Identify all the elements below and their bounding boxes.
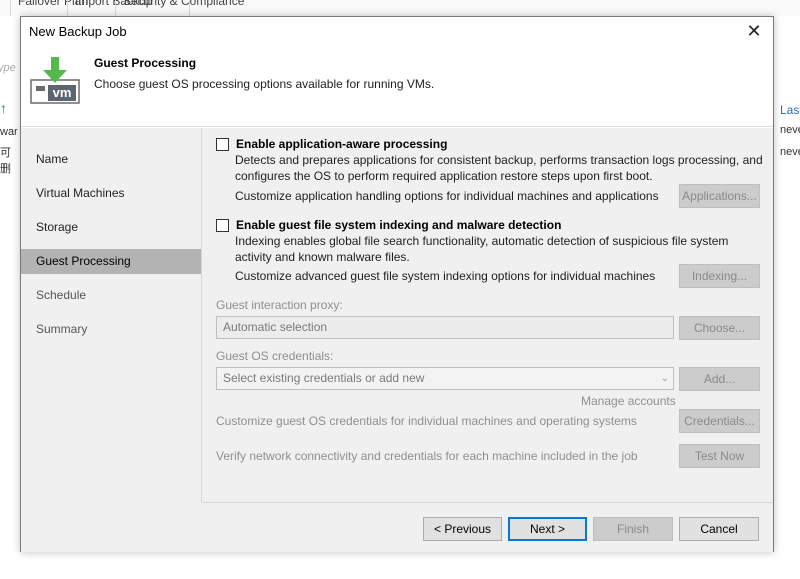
close-icon[interactable]: ✕ [743, 20, 765, 42]
dialog-titlebar: New Backup Job ✕ [21, 17, 773, 47]
background-search-hint: ype [0, 62, 16, 74]
credentials-button[interactable]: Credentials... [679, 409, 760, 433]
step-subtitle: Choose guest OS processing options avail… [94, 77, 435, 91]
wizard-footer: < Previous Next > Finish Cancel [21, 503, 773, 552]
chevron-down-icon[interactable]: ⌄ [661, 368, 669, 389]
finish-button[interactable]: Finish [593, 517, 673, 541]
wizard-header: vm Guest Processing Choose guest OS proc… [21, 47, 773, 127]
step-name[interactable]: Name [21, 147, 201, 172]
proxy-label: Guest interaction proxy: [216, 298, 343, 312]
vm-icon-label: vm [53, 85, 72, 100]
previous-button[interactable]: < Previous [423, 517, 502, 541]
proxy-value: Automatic selection [223, 320, 328, 334]
sort-up-arrow-icon: ↑ [0, 100, 7, 116]
step-schedule[interactable]: Schedule [21, 283, 201, 308]
background-left-panel: ype ↑ war 可删 [0, 16, 20, 579]
indexing-checkbox[interactable] [216, 218, 229, 232]
wizard-body: Name Virtual Machines Storage Guest Proc… [21, 128, 773, 552]
proxy-field[interactable]: Automatic selection [216, 316, 674, 339]
background-right-panel: Last neve neve [775, 16, 800, 579]
indexing-button[interactable]: Indexing... [679, 264, 760, 288]
applications-button[interactable]: Applications... [679, 184, 760, 208]
ribbon-separator [10, 0, 11, 16]
app-aware-row[interactable]: Enable application-aware processing [216, 136, 447, 152]
step-summary[interactable]: Summary [21, 317, 201, 342]
choose-proxy-button[interactable]: Choose... [679, 316, 760, 340]
step-storage[interactable]: Storage [21, 215, 201, 240]
test-now-button[interactable]: Test Now [679, 444, 760, 468]
manage-accounts-link[interactable]: Manage accounts [581, 394, 676, 408]
ribbon-separator [115, 0, 116, 16]
background-cell: neve [780, 146, 800, 158]
credentials-placeholder: Select existing credentials or add new [223, 371, 425, 385]
indexing-label[interactable]: Enable guest file system indexing and ma… [236, 218, 561, 232]
credentials-select[interactable]: Select existing credentials or add new ⌄ [216, 367, 674, 390]
background-ribbon: Failover Plan Import Backup Security & C… [0, 0, 800, 16]
background-column-header[interactable]: Last [780, 103, 800, 117]
app-aware-checkbox[interactable] [216, 137, 229, 151]
step-virtual-machines[interactable]: Virtual Machines [21, 181, 201, 206]
step-title: Guest Processing [94, 56, 197, 70]
add-credentials-button[interactable]: Add... [679, 367, 760, 391]
wizard-steps-sidebar: Name Virtual Machines Storage Guest Proc… [21, 128, 201, 502]
indexing-description: Indexing enables global file search func… [235, 234, 729, 264]
dialog-title: New Backup Job [29, 24, 127, 39]
step-guest-processing[interactable]: Guest Processing [21, 249, 201, 274]
vm-download-icon: vm [30, 57, 80, 104]
app-aware-label[interactable]: Enable application-aware processing [236, 137, 447, 151]
credentials-label: Guest OS credentials: [216, 349, 334, 363]
ribbon-security-compliance[interactable]: Security & Compliance [123, 0, 244, 8]
cancel-button[interactable]: Cancel [679, 517, 759, 541]
background-cell: neve [780, 124, 800, 136]
credentials-customize-text: Customize guest OS credentials for indiv… [216, 414, 637, 428]
ribbon-separator [189, 0, 190, 16]
verify-text: Verify network connectivity and credenti… [216, 449, 638, 463]
indexing-row[interactable]: Enable guest file system indexing and ma… [216, 217, 561, 233]
guest-processing-panel: Enable application-aware processing Dete… [202, 128, 773, 502]
next-button[interactable]: Next > [508, 517, 587, 541]
new-backup-job-dialog: New Backup Job ✕ vm Guest Processing Cho… [20, 16, 774, 552]
background-text: 可删 [0, 147, 11, 175]
ribbon-separator [67, 0, 68, 16]
app-aware-description: Detects and prepares applications for co… [235, 153, 763, 183]
background-text: war [0, 126, 18, 138]
